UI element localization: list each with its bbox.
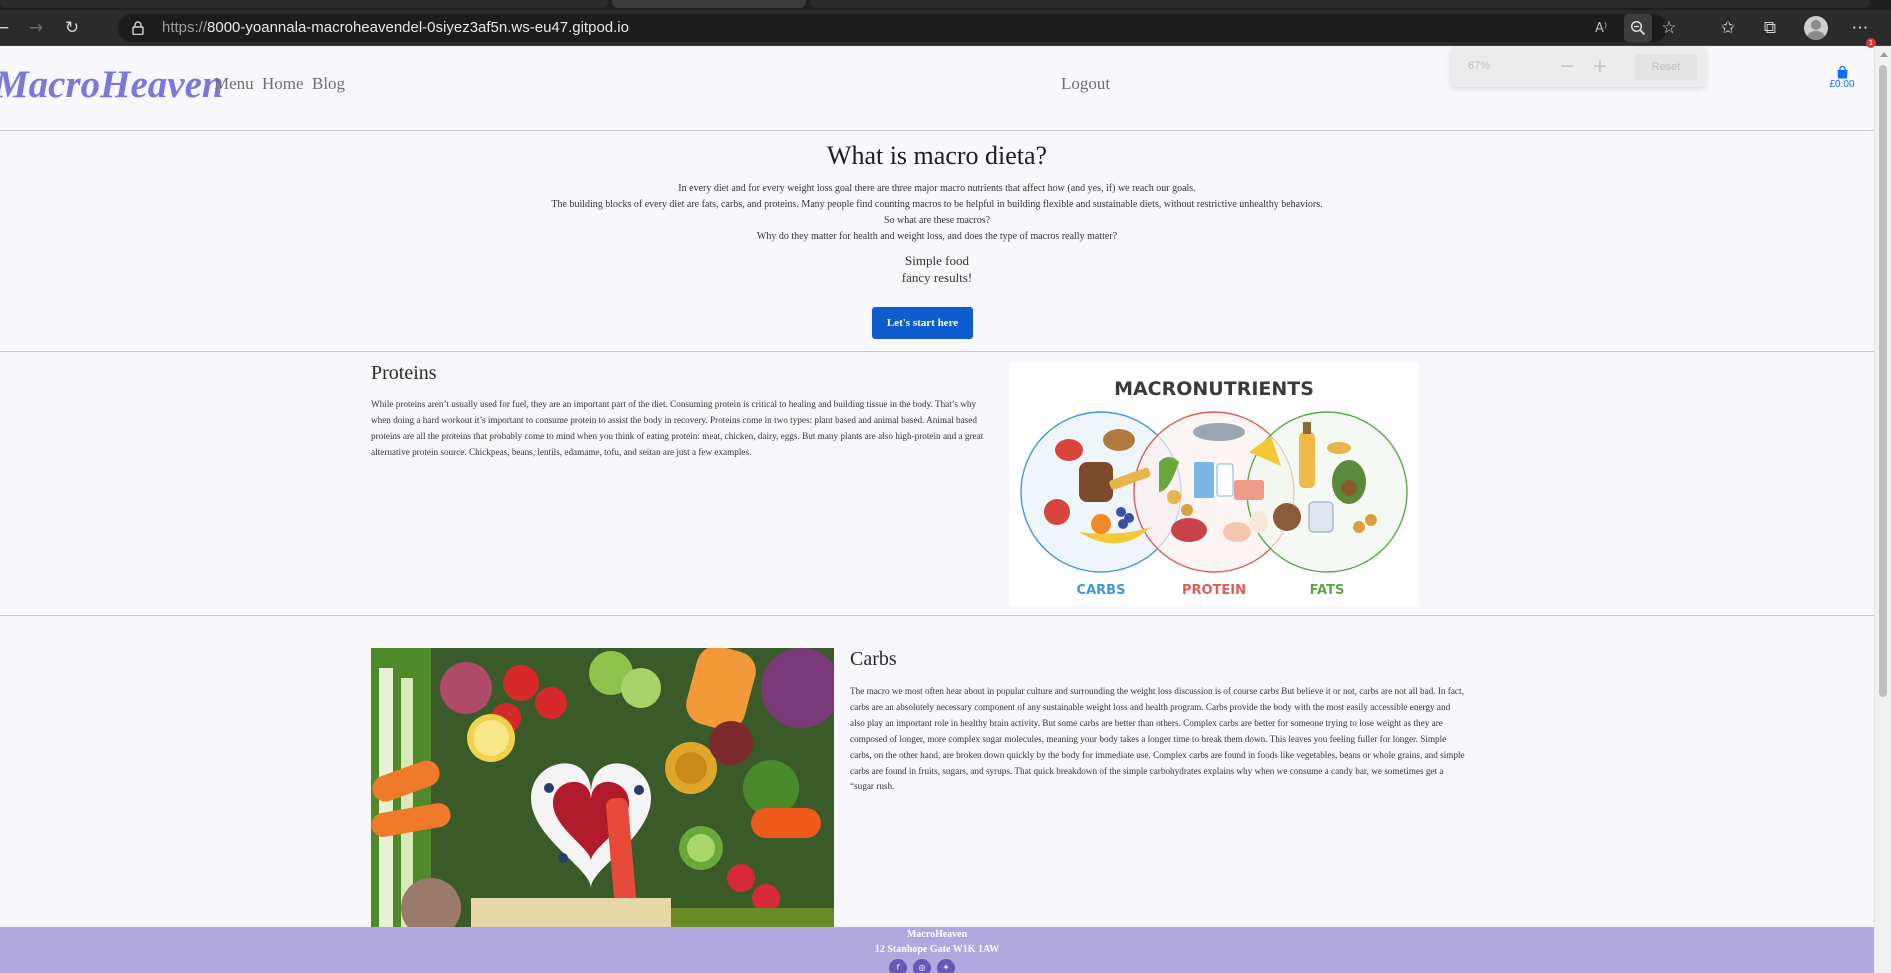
url-text[interactable]: https://8000-yoannala-macroheavendel-0si…	[162, 19, 629, 36]
browser-tab[interactable]	[0, 0, 608, 8]
macro-label-carbs: CARBS	[1077, 583, 1126, 598]
hero-section: What is macro dieta? In every diet and f…	[0, 131, 1874, 352]
macro-label-fats: FATS	[1310, 583, 1345, 598]
tab-strip	[0, 0, 1891, 10]
read-aloud-icon[interactable]: A⁾	[1587, 14, 1615, 42]
url-host: 8000-yoannala-macroheavendel-0siyez3af5n…	[207, 19, 629, 36]
hero-title: What is macro dieta?	[826, 141, 1048, 170]
shopping-bag-icon	[1837, 66, 1847, 79]
carbs-title: Carbs	[850, 648, 897, 670]
collections-icon[interactable]: ⧉	[1756, 14, 1784, 42]
zoom-level: 67%	[1468, 60, 1491, 72]
carbs-section: Carbs The macro we most often hear about…	[0, 616, 1874, 958]
carbs-body: The macro we most often hear about in po…	[850, 686, 1465, 792]
hero-intro-line: Why do they matter for health and weight…	[756, 231, 1118, 242]
zoom-icon[interactable]	[1624, 14, 1652, 42]
footer-brand: MacroHeaven	[906, 929, 968, 940]
tagline-line-1: Simple food	[905, 253, 969, 268]
proteins-section: Proteins While proteins aren’t usually u…	[0, 352, 1874, 616]
instagram-icon[interactable]: ◎	[913, 959, 931, 973]
start-here-button[interactable]: Let's start here	[872, 307, 973, 339]
nav-blog-link[interactable]: Blog	[312, 74, 345, 94]
lock-icon[interactable]	[132, 21, 144, 35]
address-bar[interactable]: https://8000-yoannala-macroheavendel-0si…	[118, 14, 1677, 42]
favorite-add-icon[interactable]: ☆	[1655, 14, 1683, 42]
cart-total: £0.00	[1829, 79, 1855, 90]
hero-tagline: Simple food fancy results!	[0, 253, 1874, 286]
footer-address: 12 Stanhope Gate W1K 1AW	[874, 944, 1000, 955]
browser-tab[interactable]	[810, 0, 1870, 8]
macronutrients-image: MACRONUTRIENTS CARBS PROTEIN FATS	[1009, 362, 1419, 606]
proteins-body: While proteins aren’t usually used for f…	[371, 399, 984, 457]
zoom-popup: 67% − + Reset	[1451, 47, 1706, 87]
vegetables-photo	[371, 646, 841, 958]
macro-label-protein: PROTEIN	[1182, 583, 1246, 598]
hero-intro: In every diet and for every weight loss …	[0, 181, 1874, 245]
macronutrients-illustration: MACRONUTRIENTS CARBS PROTEIN FATS	[1020, 378, 1408, 598]
zoom-out-button[interactable]: −	[1555, 55, 1579, 79]
hero-intro-line: The building blocks of every diet are fa…	[551, 199, 1323, 210]
proteins-title: Proteins	[371, 362, 437, 384]
scroll-up-arrow-icon[interactable]	[1880, 52, 1888, 57]
hero-intro-line: So what are these macros?	[883, 215, 991, 226]
favorites-icon[interactable]: ✩	[1714, 14, 1742, 42]
macronutrients-heading: MACRONUTRIENTS	[1114, 378, 1314, 400]
browser-tab-active[interactable]	[612, 0, 806, 8]
url-scheme: https://	[162, 19, 208, 36]
scrollbar-thumb[interactable]	[1879, 65, 1887, 697]
brand-logo[interactable]: MacroHeaven	[0, 62, 224, 107]
zoom-in-button[interactable]: +	[1588, 55, 1612, 79]
twitter-icon[interactable]: ✦	[937, 959, 955, 973]
tagline-line-2: fancy results!	[901, 269, 973, 285]
site-footer: MacroHeaven 12 Stanhope Gate W1K 1AW f ◎…	[0, 927, 1874, 973]
nav-menu-link[interactable]: Menu	[214, 74, 254, 94]
hero-intro-line: In every diet and for every weight loss …	[678, 183, 1196, 194]
facebook-icon[interactable]: f	[889, 959, 907, 973]
zoom-reset-button[interactable]: Reset	[1635, 54, 1697, 80]
page-scrollbar[interactable]	[1874, 46, 1891, 973]
cart-link[interactable]: £0.00	[1822, 66, 1862, 90]
browser-toolbar: ← → ↻ https://8000-yoannala-macroheavend…	[0, 10, 1891, 48]
profile-icon[interactable]	[1804, 16, 1828, 40]
forward-icon[interactable]: →	[22, 14, 50, 42]
refresh-icon[interactable]: ↻	[58, 14, 86, 42]
back-icon[interactable]: ←	[0, 14, 16, 42]
nav-logout-link[interactable]: Logout	[1061, 74, 1110, 94]
nav-home-link[interactable]: Home	[262, 74, 304, 94]
vegetables-image	[371, 646, 841, 958]
